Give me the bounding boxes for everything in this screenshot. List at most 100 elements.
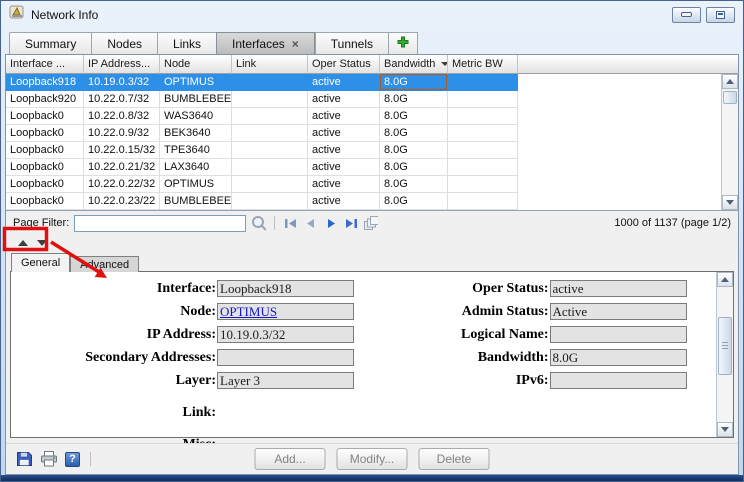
table-row[interactable]: Loopback920 10.22.0.7/32 BUMBLEBEE activ…	[6, 91, 721, 108]
scrollbar-thumb[interactable]	[718, 317, 732, 375]
scroll-down-button[interactable]	[717, 422, 733, 437]
collapse-up-icon[interactable]	[18, 240, 28, 246]
column-header-node[interactable]: Node	[160, 55, 232, 74]
cell-interface: Loopback0	[6, 108, 84, 125]
cell-interface: Loopback918	[6, 74, 84, 91]
print-icon[interactable]	[40, 451, 58, 468]
tab-nodes[interactable]: Nodes	[91, 32, 157, 54]
cell-bandwidth: 8.0G	[380, 176, 448, 193]
delete-button[interactable]: Delete	[419, 448, 490, 470]
column-header-oper-status[interactable]: Oper Status	[308, 55, 380, 74]
tab-general[interactable]: General	[11, 253, 70, 272]
table-row[interactable]: Loopback0 10.22.0.21/32 LAX3640 active 8…	[6, 159, 721, 176]
secondary-addresses-label: Secondary Addresses:	[11, 350, 217, 366]
oper-status-label: Oper Status:	[364, 281, 550, 297]
cell-interface: Loopback0	[6, 159, 84, 176]
add-tab-button[interactable]	[388, 32, 418, 54]
cell-oper-status: active	[308, 142, 380, 159]
collapse-down-icon[interactable]	[37, 240, 47, 246]
help-icon[interactable]: ?	[65, 452, 80, 467]
maximize-button[interactable]	[706, 7, 735, 23]
tab-label: Tunnels	[331, 37, 373, 51]
first-page-icon[interactable]	[283, 216, 298, 231]
node-link[interactable]: OPTIMUS	[220, 304, 277, 319]
tab-label: Interfaces	[232, 37, 285, 51]
save-icon[interactable]	[15, 451, 33, 468]
table-row[interactable]: Loopback0 10.22.0.8/32 WAS3640 active 8.…	[6, 108, 721, 125]
cell-link	[232, 91, 308, 108]
table-scrollbar-column	[721, 55, 738, 210]
tab-interfaces[interactable]: Interfaces ×	[216, 32, 315, 54]
scroll-up-button[interactable]	[722, 74, 738, 89]
column-header-filler	[518, 55, 721, 74]
minimize-button[interactable]	[672, 7, 701, 23]
scrollbar-thumb[interactable]	[723, 91, 737, 104]
title-bar[interactable]: Network Info	[1, 1, 743, 28]
column-header-link[interactable]: Link	[232, 55, 308, 74]
cell-link	[232, 193, 308, 210]
column-header-metric-bw[interactable]: Metric BW	[448, 55, 518, 74]
scroll-up-button[interactable]	[717, 272, 733, 287]
column-header-interface[interactable]: Interface ...	[6, 55, 84, 74]
tab-tunnels[interactable]: Tunnels	[315, 32, 388, 54]
admin-status-label: Admin Status:	[364, 304, 550, 320]
table-scrollbar[interactable]	[721, 74, 738, 210]
scrollbar-track[interactable]	[722, 89, 738, 195]
cell-ip: 10.19.0.3/32	[84, 74, 160, 91]
next-page-icon[interactable]	[323, 216, 338, 231]
tab-advanced[interactable]: Advanced	[70, 256, 139, 272]
admin-status-field: Active	[550, 303, 687, 320]
app-icon	[9, 4, 25, 25]
cell-oper-status: active	[308, 74, 380, 91]
cell-metric-bw	[448, 159, 518, 176]
cell-bandwidth: 8.0G	[380, 125, 448, 142]
cell-metric-bw	[448, 193, 518, 210]
scroll-down-button[interactable]	[722, 195, 738, 210]
sort-desc-icon	[441, 62, 448, 66]
cell-bandwidth: 8.0G	[380, 159, 448, 176]
column-header-ip-address[interactable]: IP Address...	[84, 55, 160, 74]
tab-summary[interactable]: Summary	[9, 32, 91, 54]
form-right-column: Oper Status: active Admin Status: Active…	[364, 279, 717, 437]
goto-page-icon[interactable]	[363, 216, 378, 231]
column-header-bandwidth[interactable]: Bandwidth	[380, 55, 448, 74]
cell-ip: 10.22.0.9/32	[84, 125, 160, 142]
search-icon[interactable]	[251, 216, 266, 231]
divider	[90, 452, 91, 466]
page-filter-input[interactable]	[74, 215, 246, 232]
table-row[interactable]: Loopback0 10.22.0.9/32 BEK3640 active 8.…	[6, 125, 721, 142]
table-row[interactable]: Loopback918 10.19.0.3/32 OPTIMUS active …	[6, 74, 721, 91]
cell-interface: Loopback0	[6, 193, 84, 210]
cell-link	[232, 159, 308, 176]
arrow-up-icon	[721, 277, 729, 282]
arrow-down-icon	[721, 427, 729, 432]
close-tab-icon[interactable]: ×	[292, 39, 299, 49]
scrollbar-track[interactable]	[717, 287, 733, 422]
previous-page-icon[interactable]	[303, 216, 318, 231]
table-row[interactable]: Loopback0 10.22.0.22/32 OPTIMUS active 8…	[6, 176, 721, 193]
tab-label: Summary	[25, 37, 76, 51]
table-body: Loopback918 10.19.0.3/32 OPTIMUS active …	[6, 74, 721, 210]
cell-metric-bw	[448, 74, 518, 91]
cell-node: LAX3640	[160, 159, 232, 176]
detail-scrollbar[interactable]	[716, 272, 733, 437]
splitter-bar[interactable]	[6, 235, 738, 251]
tab-label: Nodes	[107, 37, 142, 51]
table-header: Interface ... IP Address... Node Link Op…	[6, 55, 721, 74]
bandwidth-field: 8.0G	[550, 349, 687, 366]
table-row[interactable]: Loopback0 10.22.0.15/32 TPE3640 active 8…	[6, 142, 721, 159]
modify-button[interactable]: Modify...	[337, 448, 408, 470]
cell-bandwidth: 8.0G	[380, 142, 448, 159]
cell-node: OPTIMUS	[160, 176, 232, 193]
add-button[interactable]: Add...	[255, 448, 326, 470]
cell-oper-status: active	[308, 108, 380, 125]
cell-ip: 10.22.0.8/32	[84, 108, 160, 125]
tab-links[interactable]: Links	[157, 32, 216, 54]
cell-ip: 10.22.0.15/32	[84, 142, 160, 159]
table-row[interactable]: Loopback0 10.22.0.23/22 BUMBLEBEE active…	[6, 193, 721, 210]
network-info-window: Network Info Summary Nodes Links Interfa…	[0, 0, 744, 482]
cell-node: BUMBLEBEE	[160, 193, 232, 210]
last-page-icon[interactable]	[343, 216, 358, 231]
link-label: Link:	[11, 405, 217, 421]
tab-label: Links	[173, 37, 201, 51]
